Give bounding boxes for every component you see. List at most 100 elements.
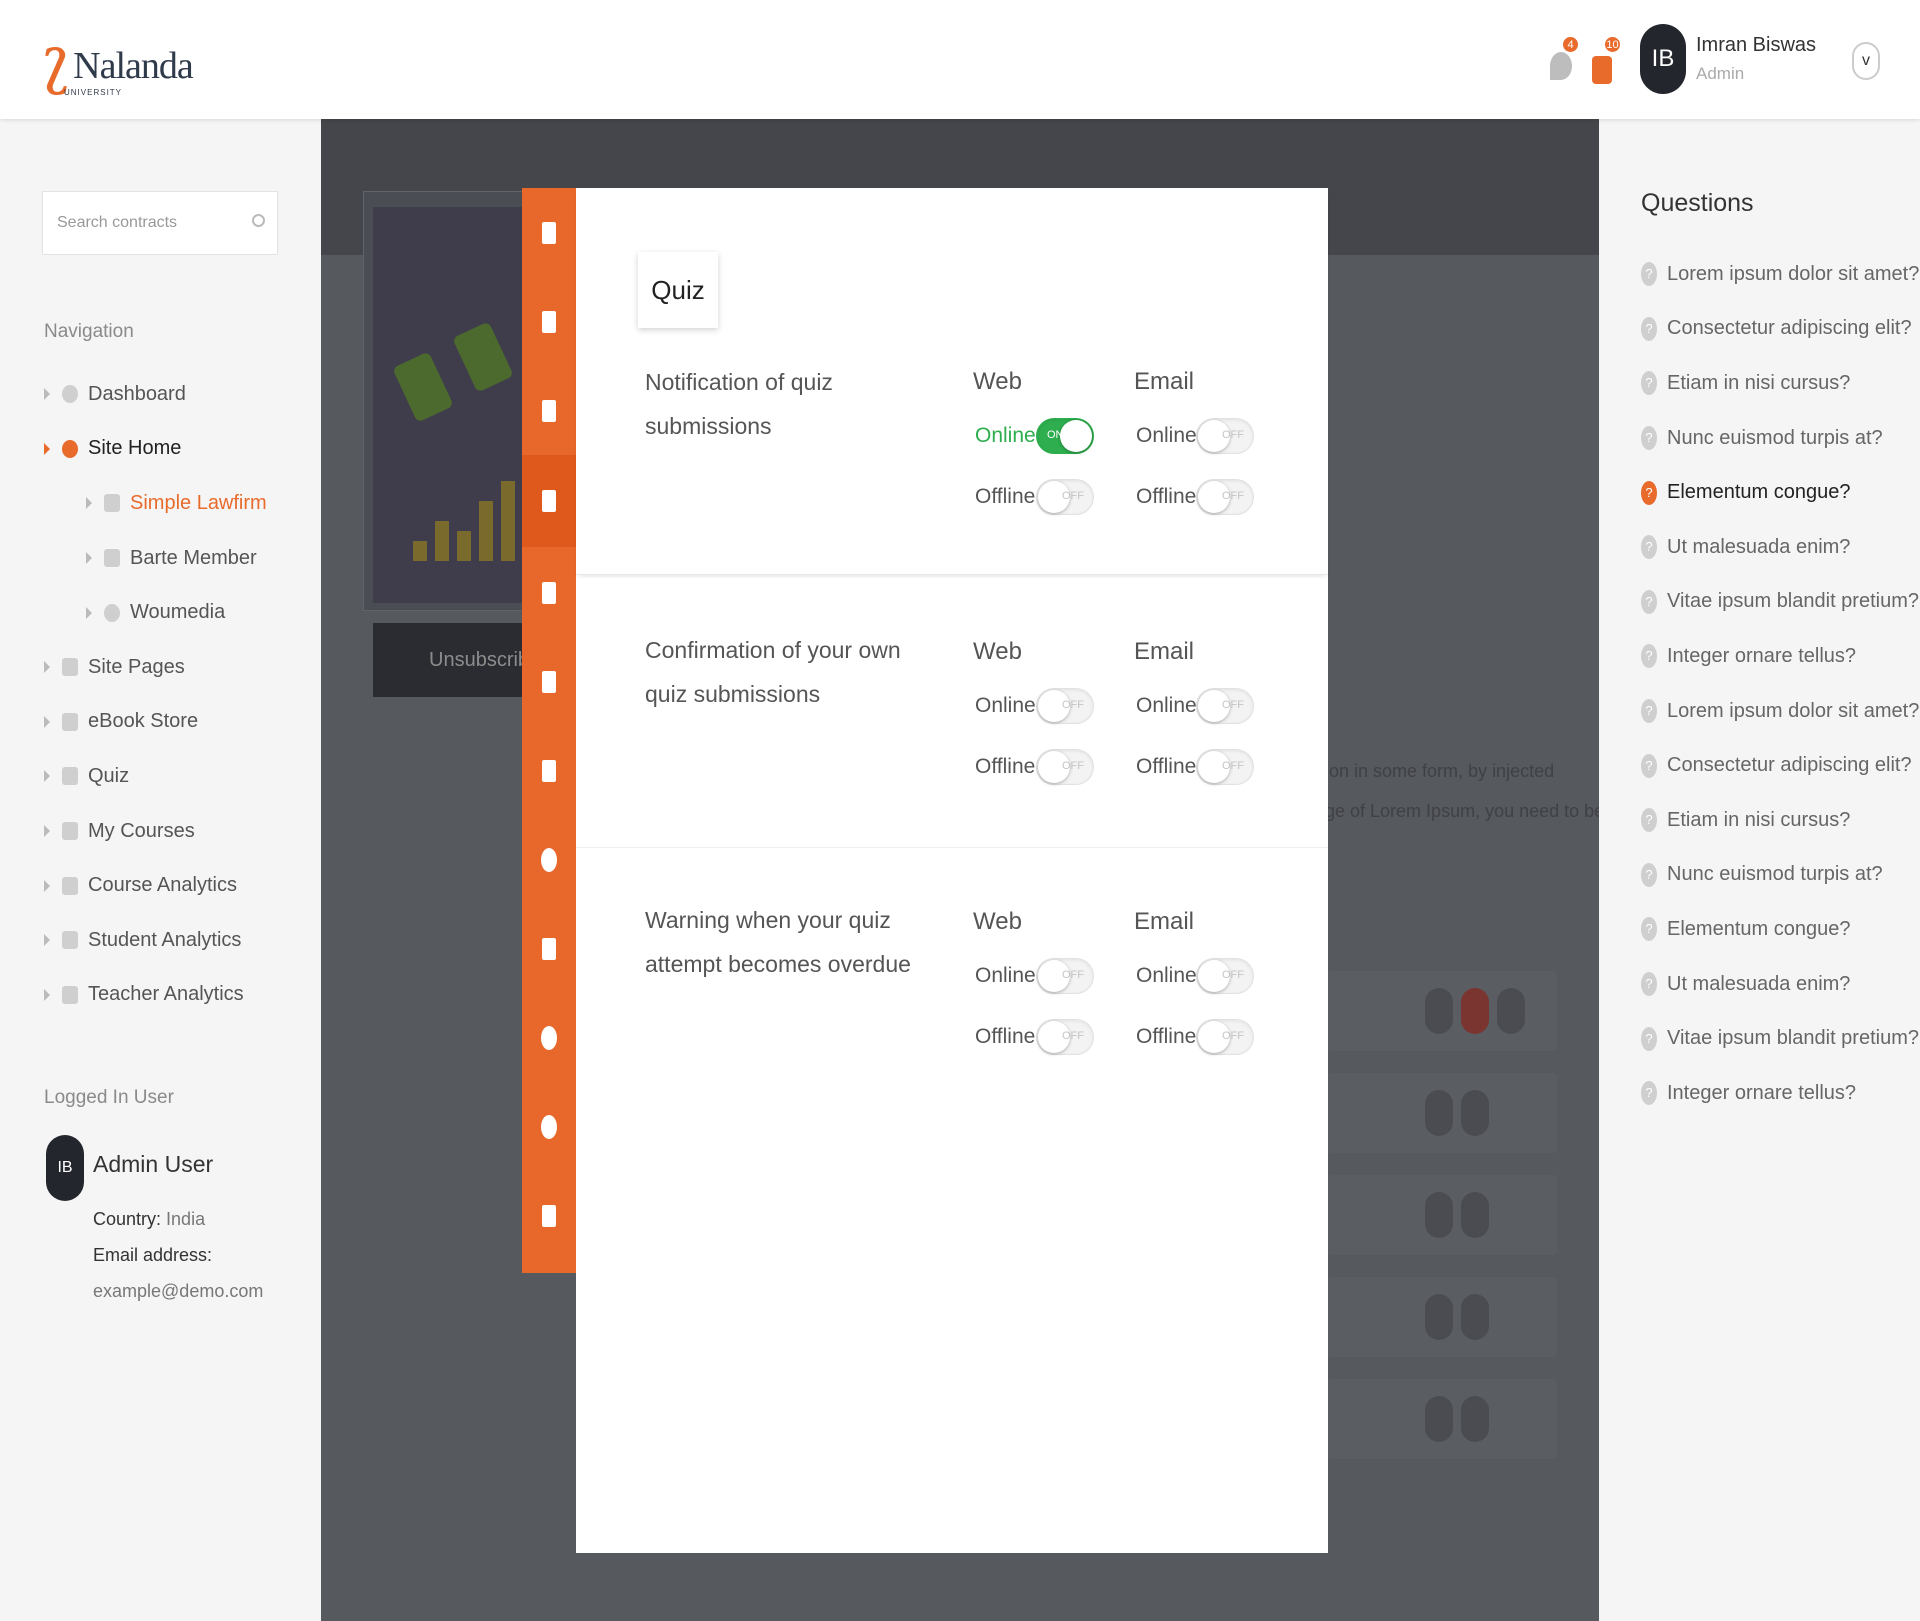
sliders-icon <box>542 670 556 693</box>
question-item[interactable]: ? Vitae ipsum blandit pretium? <box>1641 575 1919 630</box>
question-item[interactable]: ? Etiam in nisi cursus? <box>1641 356 1919 411</box>
nav-item-my-courses[interactable]: My Courses <box>44 804 267 859</box>
web-online-label: Online <box>975 694 1036 717</box>
email-online-toggle[interactable]: OFF <box>1196 958 1254 994</box>
country-label: Country: <box>93 1209 162 1229</box>
question-mark-icon: ? <box>1641 917 1657 942</box>
tab-palette[interactable] <box>522 993 576 1082</box>
courses-icon <box>62 822 78 841</box>
nav-item-quiz[interactable]: Quiz <box>44 749 267 804</box>
nav-item-ebook-store[interactable]: eBook Store <box>44 695 267 750</box>
question-mark-icon: ? <box>1641 808 1657 833</box>
nav-item-course-analytics[interactable]: Course Analytics <box>44 858 267 913</box>
user-role: Admin <box>1696 64 1745 83</box>
email-offline-toggle[interactable]: OFF <box>1196 1019 1254 1055</box>
nav-item-simple-lawfirm[interactable]: Simple Lawfirm <box>44 476 267 531</box>
notifications-icon[interactable] <box>1550 52 1572 80</box>
background-list-row <box>1325 1073 1557 1153</box>
nav-item-label: Site Pages <box>88 655 185 678</box>
user-menu-dropdown-button[interactable]: v <box>1852 42 1880 80</box>
email-online-toggle[interactable]: OFF <box>1196 688 1254 724</box>
question-mark-icon: ? <box>1641 535 1657 560</box>
nav-item-dashboard[interactable]: Dashboard <box>44 367 267 422</box>
section-label: Warning when your quiz attempt becomes o… <box>645 907 911 977</box>
search-icon[interactable] <box>252 214 265 227</box>
tab-presentation[interactable] <box>522 1171 576 1260</box>
question-item[interactable]: ? Lorem ipsum dolor sit amet? <box>1641 684 1919 739</box>
tab-user[interactable] <box>522 815 576 904</box>
question-item-active[interactable]: ? Elementum congue? <box>1641 465 1919 520</box>
tab-edit[interactable] <box>522 726 576 815</box>
question-item[interactable]: ? Elementum congue? <box>1641 902 1919 957</box>
questions-heading: Questions <box>1641 189 1754 217</box>
pdf-icon <box>1461 1294 1489 1340</box>
question-item[interactable]: ? Etiam in nisi cursus? <box>1641 793 1919 848</box>
question-item[interactable]: ? Ut malesuada enim? <box>1641 520 1919 575</box>
nav-item-site-pages[interactable]: Site Pages <box>44 640 267 695</box>
question-text: Integer ornare tellus? <box>1667 1081 1857 1104</box>
question-text: Lorem ipsum dolor sit amet? <box>1667 699 1920 722</box>
caret-right-icon <box>44 770 50 783</box>
email-offline-label: Offline <box>1136 1025 1197 1048</box>
question-mark-icon: ? <box>1641 972 1657 997</box>
background-list-row <box>1325 971 1557 1051</box>
email-column-heading: Email <box>1134 368 1195 395</box>
logged-user-avatar: IB <box>46 1135 84 1201</box>
web-offline-label: Offline <box>975 755 1036 778</box>
tab-card[interactable] <box>522 904 576 993</box>
cart-icon[interactable] <box>1592 56 1612 84</box>
question-item[interactable]: ? Integer ornare tellus? <box>1641 629 1919 684</box>
tab-badge[interactable] <box>522 277 576 366</box>
web-online-toggle[interactable]: OFF <box>1036 958 1094 994</box>
email-offline-toggle[interactable]: OFF <box>1196 749 1254 785</box>
web-online-toggle[interactable]: ON <box>1036 418 1094 454</box>
tab-quiz[interactable] <box>522 455 576 547</box>
user-avatar[interactable]: IB <box>1640 24 1686 94</box>
web-offline-toggle[interactable]: OFF <box>1036 479 1094 515</box>
user-icon <box>541 847 557 872</box>
nav-item-label: My Courses <box>88 819 195 842</box>
question-item[interactable]: ? Nunc euismod turpis at? <box>1641 411 1919 466</box>
question-text: Etiam in nisi cursus? <box>1667 808 1851 831</box>
question-item[interactable]: ? Integer ornare tellus? <box>1641 1066 1919 1121</box>
tab-note[interactable] <box>522 548 576 637</box>
nav-item-teacher-analytics[interactable]: Teacher Analytics <box>44 968 267 1023</box>
email-offline-toggle[interactable]: OFF <box>1196 479 1254 515</box>
nav-item-student-analytics[interactable]: Student Analytics <box>44 913 267 968</box>
email-value: example@demo.com <box>93 1281 264 1301</box>
logged-user-name: Admin User <box>93 1151 214 1177</box>
question-item[interactable]: ? Consectetur adipiscing elit? <box>1641 302 1919 357</box>
web-online-label: Online <box>975 964 1036 987</box>
user-country: Country: India <box>93 1209 205 1230</box>
question-item[interactable]: ? Vitae ipsum blandit pretium? <box>1641 1011 1919 1066</box>
question-item[interactable]: ? Ut malesuada enim? <box>1641 957 1919 1012</box>
web-offline-toggle[interactable]: OFF <box>1036 749 1094 785</box>
email-online-toggle[interactable]: OFF <box>1196 418 1254 454</box>
nav-item-barte-member[interactable]: Barte Member <box>44 531 267 586</box>
toggle-state-text: OFF <box>1222 429 1244 441</box>
presentation-icon <box>542 1204 556 1227</box>
web-offline-toggle[interactable]: OFF <box>1036 1019 1094 1055</box>
unsubscribe-button[interactable]: Unsubscribe N <box>373 623 533 697</box>
web-online-toggle[interactable]: OFF <box>1036 688 1094 724</box>
question-item[interactable]: ? Nunc euismod turpis at? <box>1641 848 1919 903</box>
email-offline-label: Offline <box>1136 485 1197 508</box>
caret-right-icon <box>44 388 50 401</box>
tab-clipboard[interactable] <box>522 188 576 277</box>
nav-item-woumedia[interactable]: Woumedia <box>44 585 267 640</box>
user-name: Imran Biswas <box>1696 34 1817 56</box>
nav-item-site-home[interactable]: Site Home <box>44 422 267 477</box>
tab-chat[interactable] <box>522 366 576 455</box>
question-item[interactable]: ? Consectetur adipiscing elit? <box>1641 738 1919 793</box>
question-item[interactable]: ? Lorem ipsum dolor sit amet? <box>1641 247 1919 302</box>
tab-gear[interactable] <box>522 1082 576 1171</box>
notifications-badge: 4 <box>1562 36 1579 53</box>
tab-sliders[interactable] <box>522 637 576 726</box>
money-illustration-image <box>373 207 533 603</box>
logo-text: Nalanda <box>73 45 194 87</box>
toggle-state-text: OFF <box>1222 699 1244 711</box>
search-input[interactable] <box>43 192 233 254</box>
nalanda-logo[interactable]: ʅ Nalanda UNIVERSITY <box>40 28 194 97</box>
toggle-state-text: OFF <box>1222 969 1244 981</box>
nav-item-label: Site Home <box>88 437 182 460</box>
